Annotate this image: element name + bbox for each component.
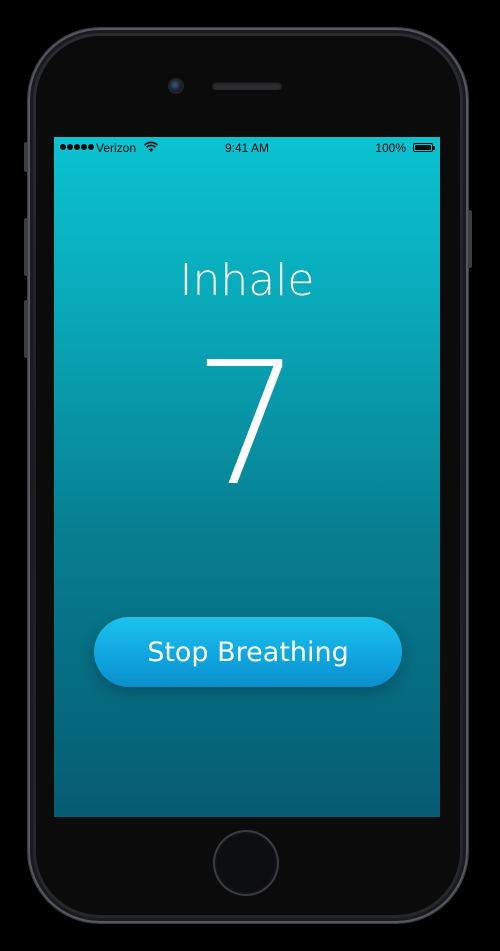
power-button[interactable] — [468, 210, 472, 268]
breath-phase-label: Inhale — [179, 255, 315, 306]
stop-breathing-button[interactable]: Stop Breathing — [94, 617, 402, 687]
battery-fill — [415, 145, 431, 150]
stage: Verizon 9:41 AM 100% Inhale 7 Stop Breat… — [0, 0, 500, 951]
battery-percent: 100% — [375, 141, 406, 155]
status-bar: Verizon 9:41 AM 100% — [54, 137, 440, 159]
battery-icon — [413, 143, 435, 152]
camera-icon — [170, 80, 182, 92]
breath-count: 7 — [192, 326, 302, 524]
earpiece-speaker — [212, 82, 282, 90]
app-screen: Verizon 9:41 AM 100% Inhale 7 Stop Breat… — [54, 137, 440, 817]
home-button[interactable] — [213, 830, 279, 896]
